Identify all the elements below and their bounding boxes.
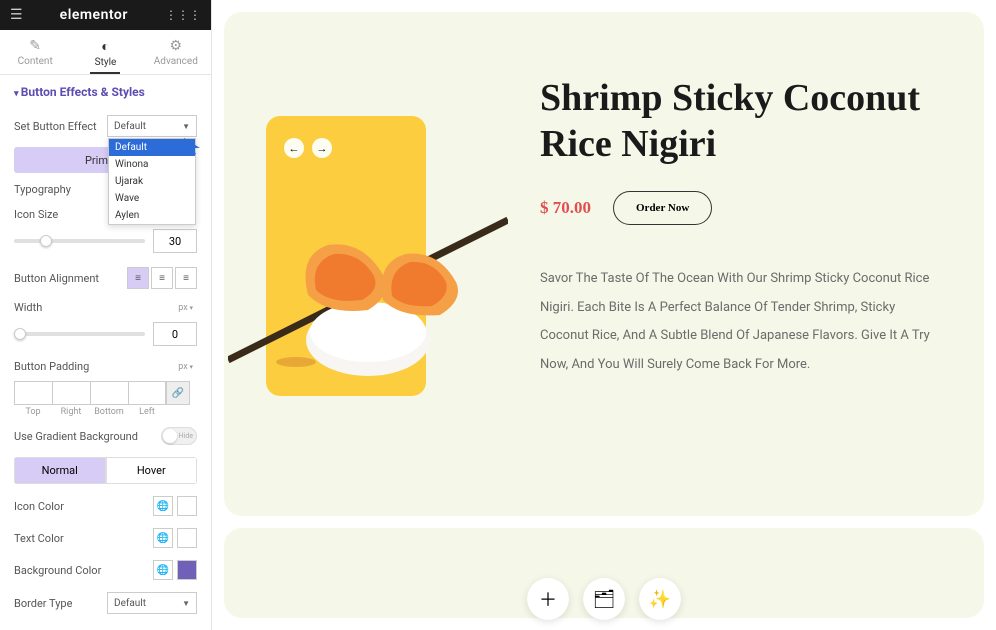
icon-size-slider[interactable] bbox=[14, 239, 145, 243]
product-description: Savor The Taste Of The Ocean With Our Sh… bbox=[540, 265, 936, 379]
prev-arrow-button[interactable]: ← bbox=[284, 138, 304, 158]
slider-width bbox=[0, 320, 211, 354]
topbar: ☰ elementor ⋮⋮⋮ bbox=[0, 0, 211, 30]
padding-inputs: 🔗 Top Right Bottom Left bbox=[0, 379, 211, 421]
dropdown-item-wave[interactable]: Wave bbox=[109, 190, 195, 207]
padding-left-input[interactable] bbox=[128, 381, 166, 405]
global-color-icon[interactable]: 🌐 bbox=[153, 496, 173, 516]
editor-tabs: ✎ Content ◐ Style ⚙ Advanced bbox=[0, 30, 211, 75]
ai-button[interactable]: ✨ bbox=[639, 578, 681, 620]
slider-icon-size bbox=[0, 227, 211, 261]
tab-hover[interactable]: Hover bbox=[106, 457, 198, 484]
bottom-card: ＋ 🗂 ✨ bbox=[224, 528, 984, 618]
dropdown-item-ujarak[interactable]: Ujarak bbox=[109, 173, 195, 190]
padding-top-input[interactable] bbox=[14, 381, 52, 405]
row-bg-color: Background Color 🌐 bbox=[0, 554, 211, 586]
slider-thumb[interactable] bbox=[40, 235, 52, 247]
link-padding-icon[interactable]: 🔗 bbox=[166, 381, 190, 405]
row-gradient: Use Gradient Background Hide bbox=[0, 421, 211, 451]
hamburger-icon[interactable]: ☰ bbox=[10, 7, 23, 23]
apps-grid-icon[interactable]: ⋮⋮⋮ bbox=[165, 8, 201, 22]
tab-normal[interactable]: Normal bbox=[14, 457, 106, 484]
ai-icon: ✨ bbox=[649, 589, 671, 610]
icon-size-input[interactable] bbox=[153, 229, 197, 253]
cursor-pointer-icon bbox=[182, 136, 204, 158]
row-border-type: Border Type Default ▼ bbox=[0, 586, 211, 620]
row-padding: Button Padding px bbox=[0, 354, 211, 379]
caret-down-icon: ▼ bbox=[182, 599, 190, 608]
controls-panel: Button Effects & Styles Set Button Effec… bbox=[0, 75, 211, 630]
product-title: Shrimp Sticky Coconut Rice Nigiri bbox=[540, 76, 936, 167]
section-button-effects[interactable]: Button Effects & Styles bbox=[0, 75, 211, 109]
price-row: $ 70.00 Order Now bbox=[540, 191, 936, 225]
product-info: Shrimp Sticky Coconut Rice Nigiri $ 70.0… bbox=[540, 52, 936, 380]
row-text-color: Text Color 🌐 bbox=[0, 522, 211, 554]
bg-color-swatch[interactable] bbox=[177, 560, 197, 580]
floating-buttons: ＋ 🗂 ✨ bbox=[527, 578, 681, 620]
food-illustration bbox=[228, 200, 508, 380]
dropdown-item-aylen[interactable]: Aylen bbox=[109, 207, 195, 224]
logo: elementor bbox=[60, 7, 128, 23]
next-arrow-button[interactable]: → bbox=[312, 138, 332, 158]
padding-bottom-input[interactable] bbox=[90, 381, 128, 405]
sidebar-panel: ☰ elementor ⋮⋮⋮ ✎ Content ◐ Style ⚙ Adva… bbox=[0, 0, 212, 630]
dropdown-item-winona[interactable]: Winona bbox=[109, 156, 195, 173]
align-center-button[interactable]: ≡ bbox=[151, 267, 173, 289]
folder-icon: 🗂 bbox=[593, 589, 616, 610]
tab-content[interactable]: ✎ Content bbox=[0, 30, 70, 74]
caret-down-icon: ▼ bbox=[182, 122, 190, 131]
canvas: ← → Shrimp Sticky Coconut Rice Nigiri $ … bbox=[212, 0, 996, 630]
icon-color-swatch[interactable] bbox=[177, 496, 197, 516]
order-now-button[interactable]: Order Now bbox=[613, 191, 712, 225]
alignment-buttons: ≡ ≡ ≡ bbox=[127, 267, 197, 289]
select-button-effect[interactable]: Default ▼ Default Winona Ujarak Wave Ayl… bbox=[107, 115, 197, 137]
pencil-icon: ✎ bbox=[0, 38, 70, 54]
slider-thumb[interactable] bbox=[14, 328, 26, 340]
global-color-icon[interactable]: 🌐 bbox=[153, 560, 173, 580]
padding-right-input[interactable] bbox=[52, 381, 90, 405]
carousel-nav: ← → bbox=[284, 138, 332, 158]
gradient-toggle[interactable]: Hide bbox=[161, 427, 197, 445]
row-set-button-effect: Set Button Effect Default ▼ Default Wino… bbox=[0, 109, 211, 143]
plus-icon: ＋ bbox=[539, 586, 557, 612]
row-icon-color: Icon Color 🌐 bbox=[0, 490, 211, 522]
style-icon: ◐ bbox=[70, 38, 140, 55]
product-card: ← → Shrimp Sticky Coconut Rice Nigiri $ … bbox=[224, 12, 984, 516]
gear-icon: ⚙ bbox=[141, 38, 211, 54]
text-color-swatch[interactable] bbox=[177, 528, 197, 548]
align-left-button[interactable]: ≡ bbox=[127, 267, 149, 289]
align-right-button[interactable]: ≡ bbox=[175, 267, 197, 289]
row-width: Width px bbox=[0, 295, 211, 320]
select-border-type[interactable]: Default ▼ bbox=[107, 592, 197, 614]
toggle-knob bbox=[163, 429, 177, 443]
product-price: $ 70.00 bbox=[540, 198, 591, 218]
width-input[interactable] bbox=[153, 322, 197, 346]
row-alignment: Button Alignment ≡ ≡ ≡ bbox=[0, 261, 211, 295]
global-color-icon[interactable]: 🌐 bbox=[153, 528, 173, 548]
tab-advanced[interactable]: ⚙ Advanced bbox=[141, 30, 211, 74]
tab-style[interactable]: ◐ Style bbox=[70, 30, 140, 74]
width-slider[interactable] bbox=[14, 332, 145, 336]
folder-button[interactable]: 🗂 bbox=[583, 578, 625, 620]
add-button[interactable]: ＋ bbox=[527, 578, 569, 620]
normal-hover-tabs: Normal Hover bbox=[14, 457, 197, 484]
